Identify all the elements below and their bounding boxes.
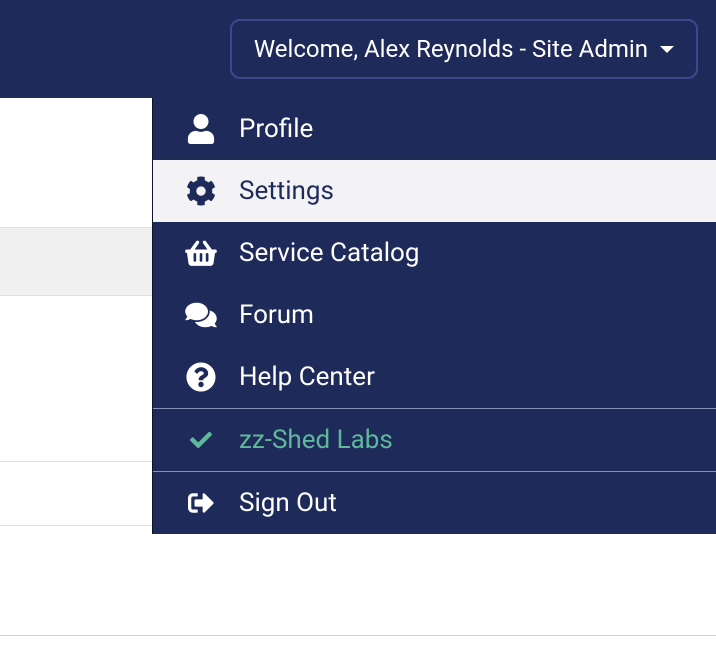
- check-icon: [183, 429, 219, 451]
- background-row: [0, 620, 716, 636]
- menu-label: Help Center: [239, 362, 375, 392]
- welcome-text: Welcome, Alex Reynolds - Site Admin: [254, 35, 648, 63]
- menu-label: Profile: [239, 114, 313, 144]
- user-menu-toggle[interactable]: Welcome, Alex Reynolds - Site Admin: [230, 19, 698, 79]
- menu-label: Settings: [239, 176, 334, 206]
- menu-item-settings[interactable]: Settings: [153, 160, 716, 222]
- caret-down-icon: [660, 46, 674, 53]
- menu-item-sign-out[interactable]: Sign Out: [153, 472, 716, 534]
- top-bar: Welcome, Alex Reynolds - Site Admin: [0, 0, 716, 98]
- basket-icon: [183, 239, 219, 267]
- user-icon: [183, 114, 219, 144]
- menu-item-help-center[interactable]: Help Center: [153, 346, 716, 408]
- gear-icon: [183, 176, 219, 206]
- menu-label: Service Catalog: [239, 238, 420, 268]
- user-dropdown-menu: Profile Settings Service Catalog Forum H…: [152, 98, 716, 534]
- menu-item-service-catalog[interactable]: Service Catalog: [153, 222, 716, 284]
- question-circle-icon: [183, 362, 219, 392]
- menu-item-tenant[interactable]: zz-Shed Labs: [153, 409, 716, 471]
- menu-item-forum[interactable]: Forum: [153, 284, 716, 346]
- menu-label: Forum: [239, 300, 314, 330]
- sign-out-icon: [183, 490, 219, 516]
- menu-label: zz-Shed Labs: [239, 425, 393, 455]
- background-left-rows: [0, 98, 152, 526]
- menu-label: Sign Out: [239, 488, 337, 518]
- menu-item-profile[interactable]: Profile: [153, 98, 716, 160]
- comments-icon: [183, 301, 219, 329]
